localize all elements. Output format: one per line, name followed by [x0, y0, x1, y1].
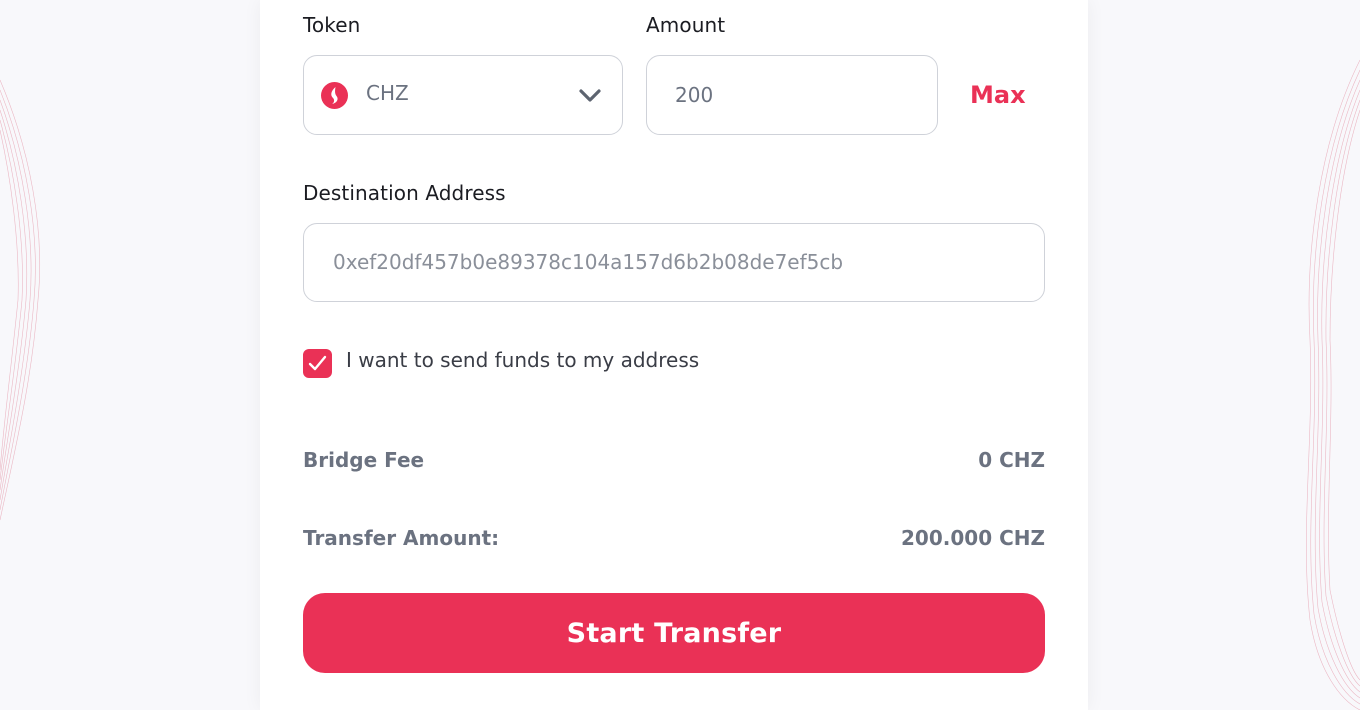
max-button[interactable]: Max: [970, 81, 1026, 109]
destination-address-field: [303, 223, 1045, 302]
chz-token-icon: [321, 82, 348, 109]
bridge-fee-value: 0 CHZ: [978, 448, 1045, 472]
amount-input[interactable]: [675, 80, 915, 110]
destination-address-label: Destination Address: [303, 181, 506, 205]
transfer-amount-value: 200.000 CHZ: [901, 526, 1045, 550]
send-to-my-address-label: I want to send funds to my address: [346, 348, 700, 372]
checkmark-icon: [308, 355, 327, 371]
bridge-fee-label: Bridge Fee: [303, 448, 425, 472]
destination-address-input[interactable]: [333, 247, 1023, 277]
token-label: Token: [303, 13, 361, 37]
transfer-card: Token Amount CHZ Max Destination Address: [260, 0, 1088, 710]
send-to-my-address-checkbox[interactable]: [303, 349, 332, 378]
amount-field: [646, 55, 938, 135]
amount-label: Amount: [646, 13, 726, 37]
selected-token: CHZ: [366, 81, 409, 105]
bridge-page: Token Amount CHZ Max Destination Address: [0, 0, 1360, 710]
token-select[interactable]: CHZ: [303, 55, 623, 135]
decorative-wave-right: [1306, 59, 1360, 710]
decorative-wave-left: [0, 79, 40, 521]
transfer-amount-label: Transfer Amount:: [303, 526, 500, 550]
start-transfer-button[interactable]: Start Transfer: [303, 593, 1045, 673]
chevron-down-icon: [579, 89, 601, 102]
